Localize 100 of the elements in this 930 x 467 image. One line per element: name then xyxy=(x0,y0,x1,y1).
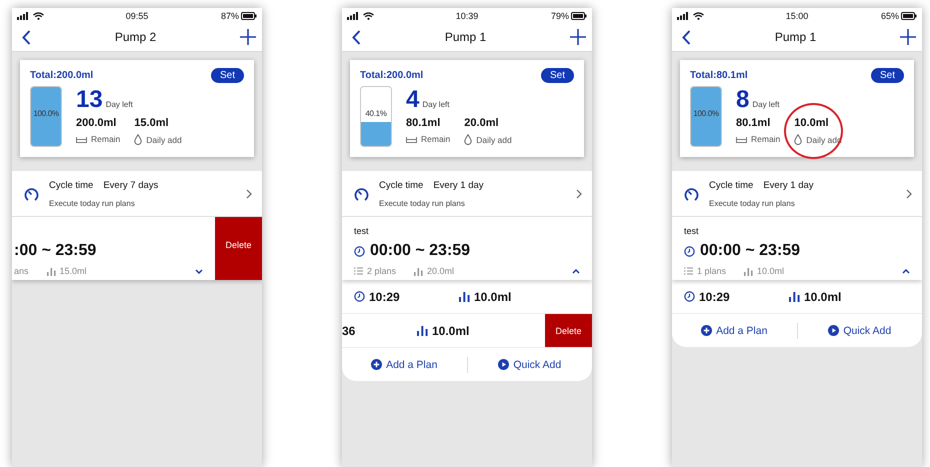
plus-circle-icon[interactable] xyxy=(371,359,382,370)
battery-icon xyxy=(571,12,587,20)
plan-amount: 15.0ml xyxy=(60,266,87,276)
remain-label: Remain xyxy=(421,134,450,144)
sub-plan-amount: 10.0ml xyxy=(432,324,470,338)
add-plan-button[interactable]: Add a Plan xyxy=(672,324,796,338)
days-left-number: 4 xyxy=(406,86,420,114)
add-plan-button[interactable]: Add a Plan xyxy=(342,358,466,372)
add-button[interactable] xyxy=(240,29,256,45)
days-left-number: 8 xyxy=(736,86,750,114)
expand-button[interactable] xyxy=(193,266,205,276)
plan-count: 1 plans xyxy=(697,266,726,276)
play-circle-icon[interactable] xyxy=(498,359,510,370)
daily-add-value: 20.0ml xyxy=(464,117,500,129)
plan-time-range: 00:00 ~ 23:59 xyxy=(700,242,800,260)
back-button[interactable] xyxy=(352,30,361,44)
bar-chart-icon xyxy=(744,266,754,276)
chevron-right-icon xyxy=(906,189,912,199)
page-title: Pump 1 xyxy=(444,30,486,44)
list-icon xyxy=(684,267,693,275)
plan-time-range: 00:00 ~ 23:59 xyxy=(370,242,470,260)
cycle-label: Cycle time xyxy=(379,180,424,191)
remain-label: Remain xyxy=(751,134,780,144)
tank-percent: 100.0% xyxy=(32,109,60,118)
remain-value: 80.1ml xyxy=(736,117,772,129)
collapse-button[interactable] xyxy=(570,266,582,276)
drop-icon xyxy=(464,134,472,145)
days-left-number: 13 xyxy=(76,86,103,114)
tray-icon xyxy=(76,136,87,142)
cycle-value: Every 1 day xyxy=(433,180,484,191)
remain-label: Remain xyxy=(91,134,120,144)
plan-count: 2 plans xyxy=(367,266,396,276)
remain-value: 200.0ml xyxy=(76,117,118,129)
quick-add-button[interactable]: Quick Add xyxy=(798,324,922,338)
bar-chart-icon xyxy=(459,291,470,302)
plan-count: ans xyxy=(14,266,29,276)
back-button[interactable] xyxy=(22,30,31,44)
status-time: 10:39 xyxy=(456,10,478,20)
cycle-time-row[interactable]: Cycle time Every 1 day Execute today run plans xyxy=(672,171,922,216)
gauge-icon xyxy=(684,186,699,202)
page-title: Pump 2 xyxy=(114,30,156,44)
remain-value: 80.1ml xyxy=(406,117,442,129)
cycle-note: Execute today run plans xyxy=(379,199,466,208)
clock-icon xyxy=(354,291,365,302)
daily-add-label: Daily add xyxy=(146,134,182,144)
wifi-icon xyxy=(693,12,704,20)
total-volume: Total:80.1ml xyxy=(690,70,748,81)
set-button[interactable]: Set xyxy=(540,68,574,83)
status-time: 15:00 xyxy=(786,10,808,20)
cycle-time-row[interactable]: Cycle time Every 1 day Execute today run plans xyxy=(342,171,592,216)
cycle-label: Cycle time xyxy=(709,180,754,191)
back-button[interactable] xyxy=(682,30,691,44)
gauge-icon xyxy=(24,186,39,202)
cycle-note: Execute today run plans xyxy=(709,199,796,208)
add-button[interactable] xyxy=(570,29,586,45)
cycle-label: Cycle time xyxy=(49,180,94,191)
sub-plan-amount: 10.0ml xyxy=(804,290,842,304)
plan-name: test xyxy=(354,226,370,236)
chevron-right-icon xyxy=(576,189,582,199)
status-time: 09:55 xyxy=(126,10,148,20)
chevron-right-icon xyxy=(246,189,252,199)
battery-percent: 79% xyxy=(550,10,569,20)
days-left-label: Day left xyxy=(752,100,780,109)
cycle-note: Execute today run plans xyxy=(49,199,136,208)
bar-chart-icon xyxy=(789,291,800,302)
signal-icon xyxy=(347,12,359,20)
sub-plan-time: 10:29 xyxy=(699,290,730,304)
plan-time-range: :00 ~ 23:59 xyxy=(14,242,96,260)
signal-icon xyxy=(677,12,689,20)
clock-icon xyxy=(354,246,365,256)
play-circle-icon[interactable] xyxy=(828,325,840,336)
tank-percent: 100.0% xyxy=(692,109,720,118)
battery-icon xyxy=(901,12,917,20)
add-button[interactable] xyxy=(900,29,916,45)
set-button[interactable]: Set xyxy=(870,68,904,83)
tray-icon xyxy=(736,136,747,142)
delete-button[interactable]: Delete xyxy=(215,217,262,280)
days-left-label: Day left xyxy=(422,100,450,109)
daily-add-label: Daily add xyxy=(476,134,512,144)
battery-percent: 65% xyxy=(880,10,899,20)
page-title: Pump 1 xyxy=(774,30,816,44)
collapse-button[interactable] xyxy=(900,266,912,276)
clock-icon xyxy=(684,291,695,302)
list-icon xyxy=(354,267,363,275)
sub-plan-amount: 10.0ml xyxy=(474,290,512,304)
plan-name: test xyxy=(684,226,700,236)
total-volume: Total:200.0ml xyxy=(30,70,94,81)
battery-icon xyxy=(241,12,257,20)
plan-amount: 10.0ml xyxy=(757,266,784,276)
daily-add-value: 10.0ml xyxy=(794,117,830,129)
bar-chart-icon xyxy=(414,266,424,276)
delete-button[interactable]: Delete xyxy=(545,314,592,347)
tank-percent: 40.1% xyxy=(364,109,388,118)
plus-circle-icon[interactable] xyxy=(701,325,712,336)
days-left-label: Day left xyxy=(106,100,133,109)
set-button[interactable]: Set xyxy=(210,68,244,83)
wifi-icon xyxy=(363,12,374,20)
cycle-time-row[interactable]: Cycle time Every 7 days Execute today run plans xyxy=(12,171,262,216)
quick-add-button[interactable]: Quick Add xyxy=(468,358,592,372)
gauge-icon xyxy=(354,186,369,202)
